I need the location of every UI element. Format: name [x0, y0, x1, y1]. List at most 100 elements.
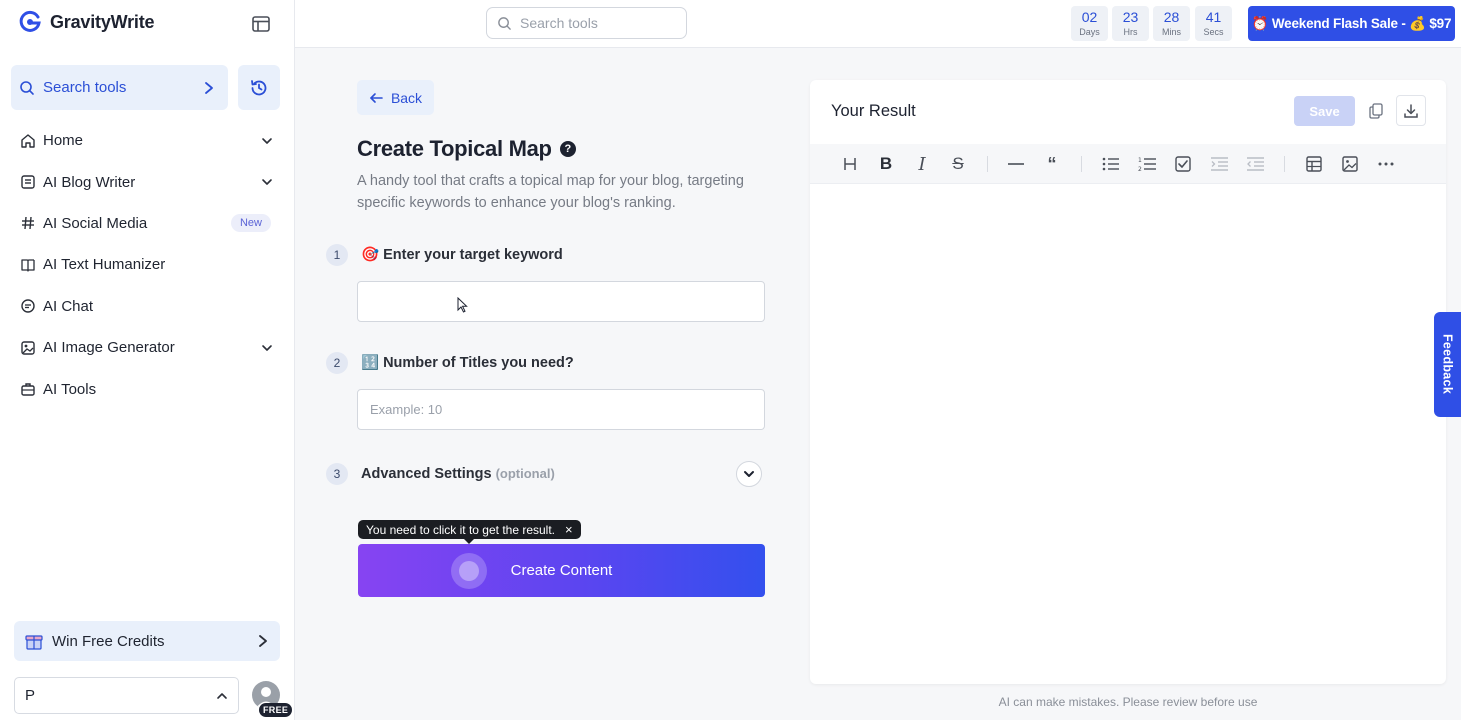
sidebar-item-label: AI Text Humanizer — [43, 256, 166, 274]
page-description: A handy tool that crafts a topical map f… — [357, 173, 744, 211]
chevron-up-icon — [217, 692, 227, 699]
sidebar-item-label: AI Chat — [43, 297, 94, 315]
sidebar-item-home[interactable]: Home — [0, 120, 295, 161]
chevron-right-icon — [259, 635, 267, 647]
step-number: 1 — [326, 244, 348, 266]
chat-icon — [20, 298, 36, 314]
document-icon — [20, 174, 36, 190]
home-icon — [20, 133, 36, 149]
image-icon[interactable] — [1339, 153, 1361, 175]
briefcase-icon — [20, 381, 36, 397]
heading-icon[interactable] — [839, 153, 861, 175]
page-title: Create Topical Map — [357, 136, 552, 161]
sidebar-item-label: Home — [43, 132, 84, 150]
win-free-credits-button[interactable]: Win Free Credits — [14, 621, 280, 661]
sidebar-item-ai-image-generator[interactable]: AI Image Generator — [0, 327, 295, 368]
sidebar-item-label: AI Blog Writer — [43, 173, 136, 191]
chevron-down-icon — [262, 179, 272, 185]
copy-icon[interactable] — [1367, 100, 1385, 122]
image-icon — [20, 340, 36, 356]
step-label-keyword: 🎯 Enter your target keyword — [361, 247, 563, 263]
create-content-label: Create Content — [510, 562, 613, 579]
save-button[interactable]: Save — [1294, 96, 1355, 126]
titles-count-placeholder: Example: 10 — [370, 402, 443, 417]
countdown-value: 02 — [1081, 9, 1098, 25]
sidebar-toggle-icon[interactable] — [250, 13, 272, 35]
sidebar-item-label: AI Image Generator — [43, 339, 175, 357]
workspace-select[interactable]: P — [14, 677, 239, 714]
italic-icon[interactable]: I — [911, 153, 933, 175]
chevron-down-icon — [744, 471, 754, 477]
close-icon[interactable]: × — [565, 522, 573, 537]
download-icon — [1404, 103, 1418, 118]
hash-icon — [20, 215, 36, 231]
sidebar-item-label: AI Social Media — [43, 214, 148, 232]
click-ripple-inner — [459, 561, 479, 581]
plan-badge: FREE — [259, 703, 293, 717]
toolbar-separator — [987, 156, 988, 172]
tooltip-text: You need to click it to get the result. — [366, 522, 556, 537]
sidebar-item-ai-text-humanizer[interactable]: AI Text Humanizer — [0, 244, 295, 285]
gift-icon — [25, 635, 43, 650]
horizontal-rule-icon[interactable] — [1005, 153, 1027, 175]
top-search-input[interactable]: Search tools — [486, 7, 687, 39]
optional-label: (optional) — [495, 466, 555, 481]
task-list-icon[interactable] — [1172, 153, 1194, 175]
hint-tooltip: You need to click it to get the result. … — [358, 520, 581, 544]
titles-count-input[interactable]: Example: 10 — [357, 389, 765, 430]
sidebar: GravityWrite Search tools Home AI Blog W… — [0, 0, 295, 720]
logo[interactable]: GravityWrite — [18, 10, 155, 34]
new-badge: New — [230, 214, 271, 233]
sidebar-item-ai-chat[interactable]: AI Chat — [0, 286, 295, 327]
help-icon[interactable]: ? — [559, 141, 576, 157]
sidebar-item-ai-social-media[interactable]: AI Social Media New — [0, 203, 295, 244]
target-keyword-input[interactable] — [357, 281, 765, 322]
chevron-down-icon — [262, 137, 272, 144]
table-icon[interactable] — [1303, 153, 1325, 175]
flash-sale-button[interactable]: ⏰ Weekend Flash Sale - 💰 $97 — [1248, 6, 1455, 41]
result-panel: Your Result Save B I S “ 12 — [810, 80, 1446, 684]
toolbar-separator — [1081, 156, 1082, 172]
book-icon — [20, 257, 36, 273]
back-button[interactable]: Back — [357, 80, 434, 115]
feedback-tab[interactable]: Feedback — [1434, 312, 1461, 417]
step-number: 3 — [326, 463, 348, 485]
history-icon — [251, 79, 267, 95]
toolbar-separator — [1284, 156, 1285, 172]
advanced-settings-toggle[interactable] — [736, 461, 762, 487]
create-content-button[interactable]: Create Content — [358, 544, 765, 597]
workspace-name: P — [25, 687, 36, 704]
strikethrough-icon[interactable]: S — [947, 153, 969, 175]
top-search-placeholder: Search tools — [520, 15, 598, 31]
advanced-settings-label: Advanced Settings — [361, 466, 492, 482]
ordered-list-icon[interactable]: 12 — [1136, 153, 1158, 175]
page-title-row: Create Topical Map ? — [357, 136, 576, 162]
outdent-icon[interactable] — [1244, 153, 1266, 175]
indent-icon[interactable] — [1208, 153, 1230, 175]
countdown-value: 23 — [1122, 9, 1139, 25]
more-icon[interactable] — [1375, 153, 1397, 175]
step-label-advanced[interactable]: Advanced Settings (optional) — [361, 466, 555, 482]
countdown-seconds: 41 Secs — [1195, 6, 1232, 41]
step-label-titles: 🔢 Number of Titles you need? — [361, 355, 574, 371]
countdown-unit: Hrs — [1123, 27, 1138, 37]
sidebar-search-button[interactable]: Search tools — [11, 65, 228, 110]
sidebar-item-ai-tools[interactable]: AI Tools — [0, 368, 295, 409]
bullet-list-icon[interactable] — [1099, 153, 1121, 175]
editor-area[interactable] — [810, 184, 1446, 684]
result-title: Your Result — [831, 102, 916, 120]
gravitywrite-logo-icon — [19, 10, 41, 32]
back-label: Back — [390, 89, 423, 106]
countdown-value: 41 — [1205, 9, 1222, 25]
countdown-value: 28 — [1163, 9, 1180, 25]
arrow-left-icon — [370, 92, 383, 103]
history-button[interactable] — [238, 65, 280, 110]
sidebar-search-label: Search tools — [43, 79, 127, 96]
sidebar-item-ai-blog-writer[interactable]: AI Blog Writer — [0, 161, 295, 202]
quote-icon[interactable]: “ — [1041, 153, 1063, 175]
bold-icon[interactable]: B — [875, 153, 897, 175]
chevron-right-icon — [205, 81, 213, 94]
countdown-unit: Mins — [1161, 27, 1181, 37]
download-button[interactable] — [1396, 95, 1426, 126]
search-icon — [498, 16, 511, 30]
